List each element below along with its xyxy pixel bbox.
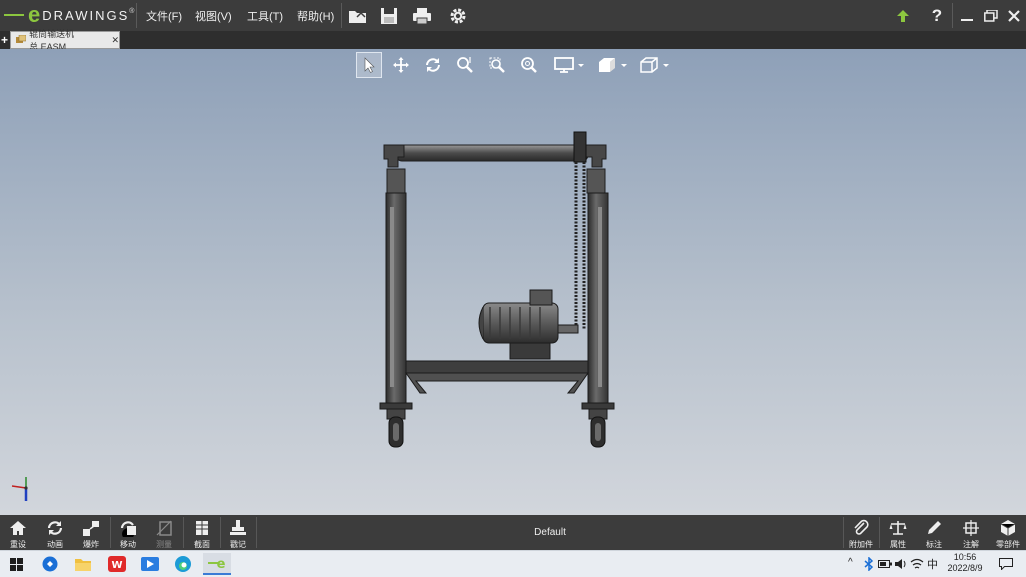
view-orientation-icon[interactable] <box>636 52 672 78</box>
save-icon[interactable] <box>378 5 400 27</box>
zoom-tool-icon[interactable] <box>453 52 477 78</box>
settings-gear-icon[interactable] <box>447 5 469 27</box>
menu-separator <box>341 3 342 28</box>
animate-button[interactable]: 动画 <box>37 515 73 550</box>
document-tab[interactable]: 辊筒输送机总.EASM ✕ <box>10 29 120 52</box>
toolbar-separator <box>256 517 257 548</box>
help-icon[interactable]: ? <box>926 5 948 27</box>
display-style-icon[interactable] <box>551 52 587 78</box>
svg-text:W: W <box>111 560 122 571</box>
add-tab-button[interactable]: + <box>1 33 8 47</box>
attachments-button[interactable]: 附加件 <box>843 515 879 550</box>
rotate-tool-icon[interactable] <box>421 52 445 78</box>
display-state-label: Default <box>534 527 566 538</box>
measure-button[interactable]: 测量 <box>146 515 182 550</box>
markup-button[interactable]: 标注 <box>916 515 952 550</box>
measure-icon <box>156 520 172 536</box>
conveyor-model-view[interactable] <box>370 125 620 450</box>
print-icon[interactable] <box>411 5 433 27</box>
ime-indicator[interactable]: 中 <box>927 556 938 572</box>
components-button[interactable]: 零部件 <box>990 515 1026 550</box>
explode-button[interactable]: 爆炸 <box>73 515 109 550</box>
volume-icon[interactable] <box>893 553 909 575</box>
components-cube-icon <box>1000 520 1016 536</box>
wps-office-icon[interactable]: W <box>106 553 128 575</box>
svg-text:e: e <box>217 557 226 570</box>
notification-icon[interactable] <box>995 553 1017 575</box>
zoom-to-fit-icon[interactable] <box>517 52 541 78</box>
wifi-icon[interactable] <box>909 553 925 575</box>
logo-letter: e <box>28 2 41 27</box>
file-explorer-icon[interactable] <box>72 553 94 575</box>
windows-start-icon[interactable] <box>5 553 27 575</box>
annotation-icon <box>963 520 979 536</box>
menu-view[interactable]: 视图(V) <box>195 8 232 24</box>
pencil-icon <box>928 521 941 534</box>
stamp-button[interactable]: 戳记 <box>220 515 256 550</box>
menu-separator <box>136 3 137 28</box>
move-icon <box>120 521 136 537</box>
logo-mark: ® <box>129 7 135 15</box>
clock-date: 2022/8/9 <box>947 563 983 573</box>
media-player-icon[interactable] <box>139 553 161 575</box>
edrawings-logo: e DRAWINGS ® <box>4 2 135 27</box>
upgrade-arrow-icon[interactable] <box>892 5 914 27</box>
document-tab-bar <box>0 31 1026 49</box>
menu-help[interactable]: 帮助(H) <box>297 8 334 24</box>
scale-icon <box>889 521 907 535</box>
move-button[interactable]: 移动 <box>110 515 146 550</box>
section-icon <box>196 521 208 535</box>
explode-icon <box>83 521 99 536</box>
paperclip-icon <box>854 519 869 535</box>
bluetooth-icon[interactable] <box>861 553 877 575</box>
arrow-logo-icon <box>4 14 24 16</box>
menu-separator <box>952 3 953 28</box>
section-button[interactable]: 截面 <box>184 515 220 550</box>
restore-icon[interactable] <box>980 5 1002 27</box>
shading-mode-icon[interactable] <box>594 52 630 78</box>
battery-icon[interactable] <box>877 553 893 575</box>
assembly-icon <box>16 35 27 43</box>
logo-text: DRAWINGS <box>42 7 130 23</box>
menu-file[interactable]: 文件(F) <box>146 8 182 24</box>
clock-time: 10:56 <box>953 552 977 562</box>
pan-tool-icon[interactable] <box>389 52 413 78</box>
open-folder-icon[interactable] <box>347 5 369 27</box>
task-app-blue-icon[interactable] <box>39 553 61 575</box>
home-icon <box>10 521 26 535</box>
reset-button[interactable]: 重设 <box>0 515 36 550</box>
properties-button[interactable]: 属性 <box>880 515 916 550</box>
zoom-to-area-icon[interactable] <box>485 52 509 78</box>
edrawings-taskbar-icon[interactable]: e <box>203 553 231 575</box>
select-tool-icon[interactable] <box>356 52 382 78</box>
edge-browser-icon[interactable] <box>172 553 194 575</box>
tab-close-button[interactable]: ✕ <box>111 35 119 46</box>
system-clock[interactable]: 10:56 2022/8/9 <box>944 552 986 574</box>
close-icon[interactable] <box>1003 5 1025 27</box>
stamp-icon <box>230 520 246 535</box>
menu-tools[interactable]: 工具(T) <box>247 8 283 24</box>
animate-icon <box>47 521 63 535</box>
axis-triad-icon <box>11 477 28 501</box>
tray-expand-icon[interactable]: ^ <box>848 557 853 568</box>
annotations-button[interactable]: 注解 <box>953 515 989 550</box>
minimize-icon[interactable] <box>956 5 978 27</box>
